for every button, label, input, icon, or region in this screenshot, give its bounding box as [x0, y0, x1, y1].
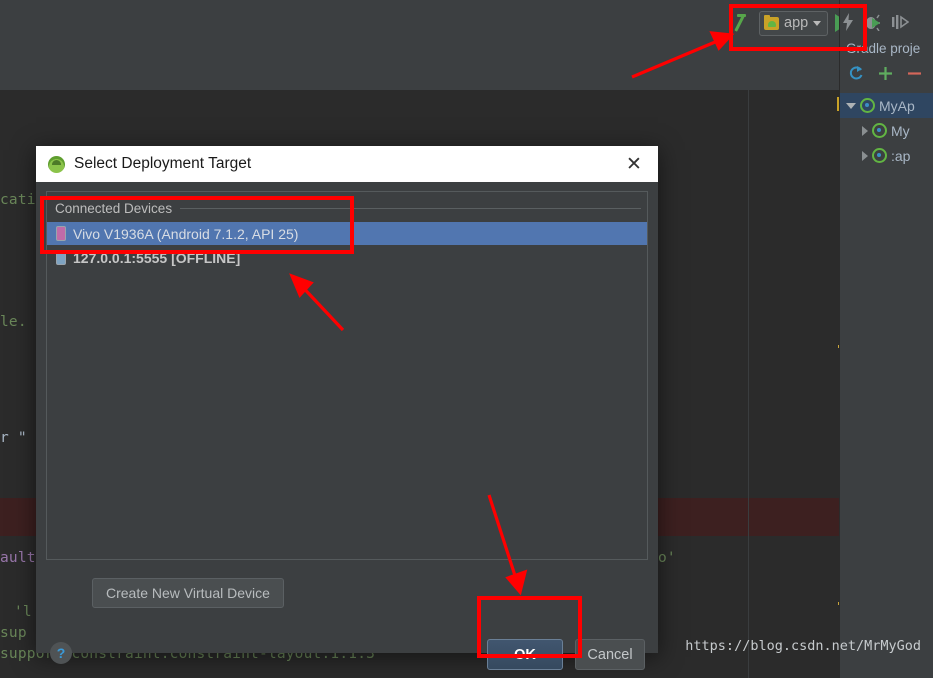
- gradle-panel-title: Gradle proje: [846, 41, 921, 56]
- ok-button[interactable]: OK: [487, 639, 563, 670]
- phone-icon: [56, 250, 66, 265]
- dialog-titlebar: Select Deployment Target ✕: [36, 146, 658, 182]
- up-arrow-icon[interactable]: [736, 14, 752, 32]
- android-icon: [48, 155, 65, 173]
- tree-node-label: MyAp: [879, 97, 915, 114]
- run-toolbar-icons: [842, 8, 909, 36]
- dialog-title: Select Deployment Target: [74, 155, 252, 172]
- debug-icon[interactable]: [863, 13, 882, 31]
- code-fragment: 'l: [14, 604, 32, 620]
- chevron-down-icon[interactable]: [846, 102, 856, 109]
- tree-node-root[interactable]: MyAp: [840, 93, 933, 118]
- watermark: https://blog.csdn.net/MrMyGod: [685, 638, 921, 654]
- refresh-icon[interactable]: [848, 65, 864, 81]
- cancel-button[interactable]: Cancel: [575, 639, 645, 670]
- gradle-tool-window: Gradle proje MyAp My:ap: [839, 0, 933, 678]
- gradle-module-icon: [872, 148, 887, 163]
- close-icon[interactable]: ✕: [624, 154, 644, 174]
- chevron-right-icon[interactable]: [862, 125, 868, 136]
- help-button[interactable]: ?: [50, 642, 72, 664]
- gradle-module-icon: [872, 123, 887, 138]
- minus-icon[interactable]: [907, 66, 922, 81]
- plus-icon[interactable]: [878, 66, 893, 81]
- lightning-icon[interactable]: [842, 13, 854, 31]
- dialog-body: Connected Devices Vivo V1936A (Android 7…: [36, 182, 658, 670]
- phone-icon: [56, 226, 66, 241]
- profile-icon[interactable]: [891, 13, 909, 31]
- code-fragment: o': [658, 550, 676, 566]
- tree-node-child[interactable]: :ap: [840, 143, 933, 168]
- code-fragment: le.: [0, 314, 27, 330]
- tree-node-label: My: [891, 122, 910, 139]
- device-list-item[interactable]: 127.0.0.1:5555 [OFFLINE]: [47, 246, 647, 269]
- run-configuration-label: app: [784, 15, 809, 31]
- tree-node-label: :ap: [891, 147, 911, 164]
- device-list-item-selected[interactable]: Vivo V1936A (Android 7.1.2, API 25): [47, 222, 647, 245]
- editor-split-divider: [748, 90, 749, 678]
- gradle-module-icon: [860, 98, 875, 113]
- gradle-panel-actions: [848, 65, 922, 81]
- module-icon: [764, 14, 779, 30]
- code-fragment: r ": [0, 430, 27, 446]
- device-name: Vivo V1936A (Android 7.1.2, API 25): [73, 225, 299, 242]
- connected-devices-label: Connected Devices: [55, 200, 173, 216]
- chevron-right-icon[interactable]: [862, 150, 868, 161]
- device-list-panel[interactable]: Connected Devices Vivo V1936A (Android 7…: [46, 191, 648, 560]
- code-fragment: sup: [0, 625, 27, 641]
- create-new-virtual-device-label: Create New Virtual Device: [106, 585, 270, 601]
- group-divider: [180, 207, 641, 209]
- run-configuration-toolbar: app: [736, 8, 850, 38]
- code-fragment: ault: [0, 550, 36, 566]
- select-deployment-target-dialog: Select Deployment Target ✕ Connected Dev…: [36, 146, 658, 670]
- device-name: 127.0.0.1:5555 [OFFLINE]: [73, 249, 241, 266]
- run-configuration-selector[interactable]: app: [759, 10, 829, 36]
- ok-label: OK: [514, 646, 536, 663]
- create-new-virtual-device-button[interactable]: Create New Virtual Device: [92, 578, 284, 608]
- help-label: ?: [56, 645, 66, 661]
- gradle-project-tree[interactable]: MyAp My :ap: [840, 93, 933, 168]
- tree-node-child[interactable]: My: [840, 118, 933, 143]
- chevron-down-icon[interactable]: [813, 20, 822, 26]
- device-group-header: Connected Devices: [47, 199, 641, 217]
- cancel-label: Cancel: [587, 646, 633, 663]
- navigation-bar: [0, 46, 933, 91]
